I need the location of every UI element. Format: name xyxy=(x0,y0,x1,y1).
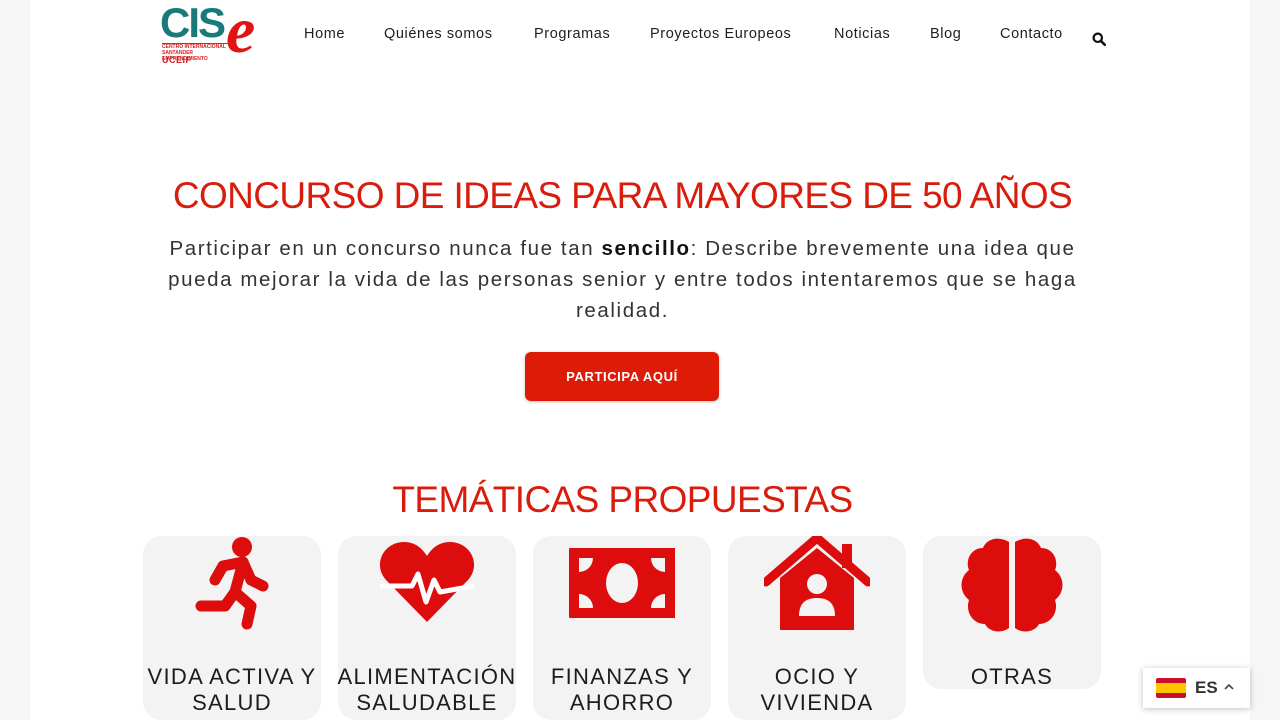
nav-item-blog[interactable]: Blog xyxy=(930,26,961,42)
nav-item-programas[interactable]: Programas xyxy=(534,26,610,42)
topic-card-ocio-vivienda[interactable]: OCIO Y VIVIENDA xyxy=(728,536,906,720)
nav-item-proyectos-europeos[interactable]: Proyectos Europeos xyxy=(650,26,791,42)
topic-card-otras[interactable]: OTRAS xyxy=(923,536,1101,689)
money-bill-icon xyxy=(569,548,675,618)
language-switcher[interactable]: ES xyxy=(1143,668,1250,708)
house-user-icon xyxy=(764,536,870,630)
topic-label: VIDA ACTIVA Y SALUD xyxy=(147,664,317,715)
topic-label: OTRAS xyxy=(970,664,1054,689)
nav-item-home[interactable]: Home xyxy=(304,26,345,42)
main-nav: Home Quiénes somos Programas Proyectos E… xyxy=(0,26,1280,46)
topic-label: OCIO Y VIVIENDA xyxy=(760,664,874,715)
topic-card-alimentacion[interactable]: ALIMENTACIÓN SALUDABLE xyxy=(338,536,516,720)
logo-sub-text: UCEIF xyxy=(162,55,192,65)
spain-flag-icon xyxy=(1156,678,1186,698)
participate-button[interactable]: PARTICIPA AQUÍ xyxy=(525,352,719,401)
hero-description: Participar en un concurso nunca fue tan … xyxy=(145,233,1100,326)
running-person-icon xyxy=(195,537,269,630)
brain-icon xyxy=(961,538,1063,632)
topic-card-vida-activa[interactable]: VIDA ACTIVA Y SALUD xyxy=(143,536,321,720)
search-icon[interactable] xyxy=(1092,32,1106,46)
topics-title: TEMÁTICAS PROPUESTAS xyxy=(392,479,853,520)
topic-label: FINANZAS Y AHORRO xyxy=(550,664,694,715)
hero-description-start: Participar en un concurso nunca fue tan xyxy=(169,237,602,260)
nav-item-quienes-somos[interactable]: Quiénes somos xyxy=(384,26,493,42)
hero-title: CONCURSO DE IDEAS PARA MAYORES DE 50 AÑO… xyxy=(172,175,1073,216)
hero-description-bold: sencillo xyxy=(601,237,691,260)
nav-item-noticias[interactable]: Noticias xyxy=(834,26,890,42)
heartbeat-icon xyxy=(379,542,475,622)
topic-card-finanzas[interactable]: FINANZAS Y AHORRO xyxy=(533,536,711,720)
language-code: ES xyxy=(1195,678,1218,697)
chevron-up-icon xyxy=(1224,683,1234,690)
topic-label: ALIMENTACIÓN SALUDABLE xyxy=(337,664,517,715)
nav-item-contacto[interactable]: Contacto xyxy=(1000,26,1063,42)
